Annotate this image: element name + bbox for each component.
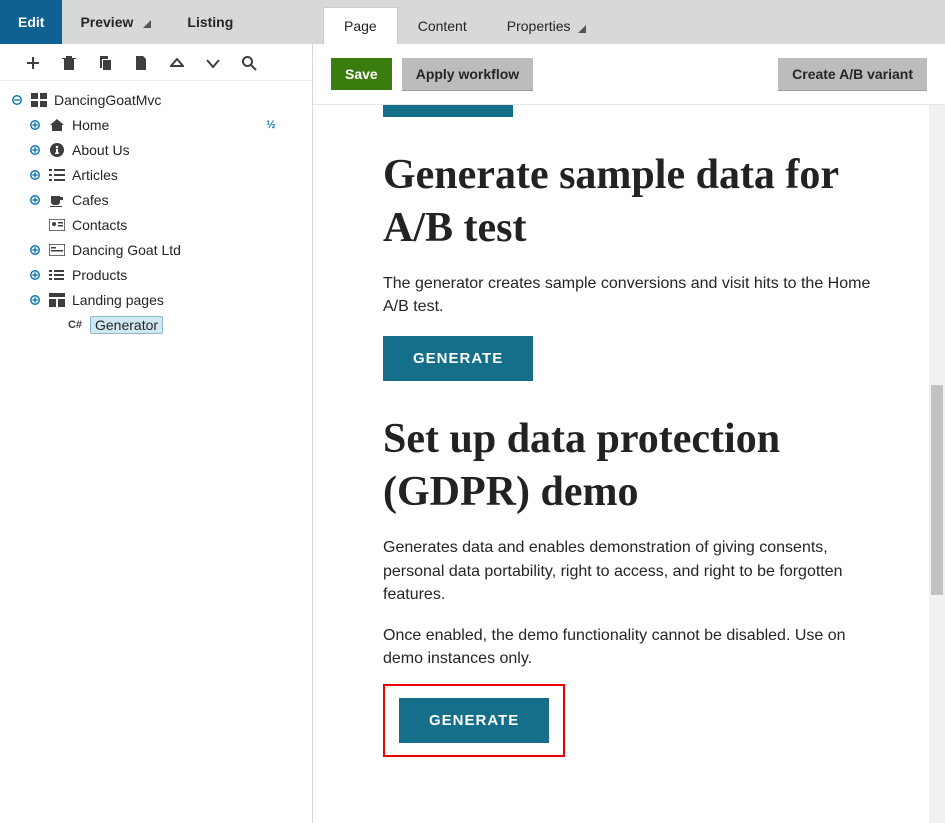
status-published-icon: [284, 93, 298, 107]
dropdown-caret-icon: [143, 20, 151, 28]
info-icon: [48, 141, 66, 159]
status-published-icon: [284, 218, 298, 232]
expand-icon[interactable]: [30, 270, 40, 280]
tab-preview[interactable]: Preview: [62, 0, 169, 44]
section-title-abtest: Generate sample data for A/B test: [383, 149, 875, 254]
ab-test-flag-icon: ½: [264, 118, 278, 132]
expand-icon[interactable]: [30, 120, 40, 130]
tree-node-company[interactable]: Dancing Goat Ltd: [6, 237, 306, 262]
save-label: Save: [345, 66, 378, 82]
generate-gdpr-button[interactable]: GENERATE: [399, 698, 549, 743]
action-bar: Save Apply workflow Create A/B variant: [313, 44, 945, 105]
tab-content[interactable]: Content: [398, 8, 487, 44]
section-text-gdpr-2: Once enabled, the demo functionality can…: [383, 624, 875, 670]
document-icon[interactable]: [132, 54, 150, 72]
apply-workflow-button[interactable]: Apply workflow: [402, 58, 533, 90]
tab-properties[interactable]: Properties: [487, 8, 607, 44]
tree-node-articles[interactable]: Articles: [6, 162, 306, 187]
tree-label: Landing pages: [72, 292, 278, 308]
tab-page[interactable]: Page: [323, 7, 398, 44]
status-published-icon: [284, 243, 298, 257]
page-content-frame: Generate sample data for A/B test The ge…: [313, 105, 945, 823]
site-icon: [30, 91, 48, 109]
tab-edit-label: Edit: [18, 14, 44, 30]
generate-abtest-button[interactable]: GENERATE: [383, 336, 533, 381]
home-icon: [48, 116, 66, 134]
tree-label: Dancing Goat Ltd: [72, 242, 278, 258]
collapse-icon[interactable]: [12, 95, 22, 105]
tab-edit[interactable]: Edit: [0, 0, 62, 44]
csharp-icon: C#: [66, 316, 84, 334]
tree-label: Home: [72, 117, 258, 133]
new-page-icon[interactable]: [24, 54, 42, 72]
status-published-icon: [284, 168, 298, 182]
section-text-gdpr-1: Generates data and enables demonstration…: [383, 536, 875, 606]
tree-root-label: DancingGoatMvc: [54, 92, 278, 108]
main-area: Page Content Properties Save Apply workf…: [313, 0, 945, 823]
status-published-icon: [284, 118, 298, 132]
tree-label: Articles: [72, 167, 278, 183]
tree-label: Products: [72, 267, 278, 283]
tab-listing[interactable]: Listing: [169, 0, 251, 44]
card-icon: [48, 241, 66, 259]
status-published-icon: [284, 143, 298, 157]
tree-node-contacts[interactable]: Contacts: [6, 212, 306, 237]
expand-icon[interactable]: [30, 195, 40, 205]
dropdown-caret-icon: [578, 25, 586, 33]
expand-icon[interactable]: [30, 245, 40, 255]
expand-icon[interactable]: [30, 170, 40, 180]
tree-node-landing[interactable]: Landing pages: [6, 287, 306, 312]
scrollbar-thumb[interactable]: [931, 385, 943, 595]
tree-label: About Us: [72, 142, 278, 158]
generate-abtest-label: GENERATE: [413, 350, 503, 367]
tab-preview-label: Preview: [80, 14, 133, 30]
move-up-icon[interactable]: [168, 54, 186, 72]
list-icon: [48, 166, 66, 184]
apply-workflow-label: Apply workflow: [416, 66, 519, 82]
tree-node-home[interactable]: Home ½: [6, 112, 306, 137]
section-text-abtest: The generator creates sample conversions…: [383, 272, 875, 318]
tree-node-about[interactable]: About Us: [6, 137, 306, 162]
delete-icon[interactable]: [60, 54, 78, 72]
sidebar-mode-tabs: Edit Preview Listing: [0, 0, 312, 44]
sidebar: Edit Preview Listing: [0, 0, 313, 823]
page-content[interactable]: Generate sample data for A/B test The ge…: [313, 105, 945, 823]
layout-icon: [48, 291, 66, 309]
expand-icon[interactable]: [30, 295, 40, 305]
tree-root[interactable]: DancingGoatMvc: [6, 87, 306, 112]
create-ab-variant-label: Create A/B variant: [792, 66, 913, 82]
main-tabs: Page Content Properties: [313, 0, 945, 44]
generate-gdpr-label: GENERATE: [429, 712, 519, 729]
scrollbar[interactable]: [929, 105, 945, 823]
tree-label: Contacts: [72, 217, 278, 233]
section-title-gdpr: Set up data protection (GDPR) demo: [383, 413, 875, 518]
status-published-icon: [284, 193, 298, 207]
tab-listing-label: Listing: [187, 14, 233, 30]
save-button[interactable]: Save: [331, 58, 392, 90]
tree-node-products[interactable]: Products: [6, 262, 306, 287]
content-tree: DancingGoatMvc Home ½ About Us Articles: [0, 81, 312, 823]
tree-label: Cafes: [72, 192, 278, 208]
status-published-icon: [284, 268, 298, 282]
expand-icon[interactable]: [30, 145, 40, 155]
status-published-icon: [284, 318, 298, 332]
tag-icon: [48, 266, 66, 284]
card-icon: [48, 216, 66, 234]
tab-content-label: Content: [418, 18, 467, 34]
tree-node-cafes[interactable]: Cafes: [6, 187, 306, 212]
cup-icon: [48, 191, 66, 209]
search-icon[interactable]: [240, 54, 258, 72]
copy-icon[interactable]: [96, 54, 114, 72]
highlighted-generate-box: GENERATE: [383, 684, 565, 757]
tree-label-selected: Generator: [90, 316, 163, 334]
tab-page-label: Page: [344, 18, 377, 34]
move-down-icon[interactable]: [204, 54, 222, 72]
tab-properties-label: Properties: [507, 18, 571, 34]
tree-toolbar: [0, 44, 312, 81]
cutoff-button: [383, 105, 513, 117]
status-published-icon: [284, 293, 298, 307]
tree-node-generator[interactable]: C# Generator: [6, 312, 306, 337]
create-ab-variant-button[interactable]: Create A/B variant: [778, 58, 927, 90]
